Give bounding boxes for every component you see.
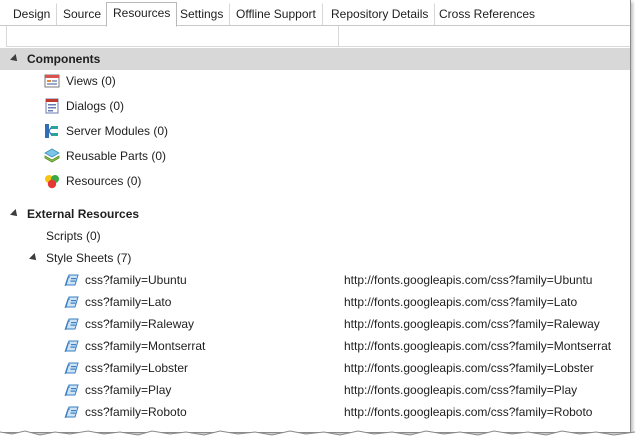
tree-item-server-modules[interactable]: Server Modules (0)	[0, 120, 630, 142]
expand-arrow-icon[interactable]	[10, 54, 20, 64]
stylesheet-icon	[64, 296, 79, 309]
expand-arrow-icon[interactable]	[10, 209, 20, 219]
tree-item-label: Style Sheets (7)	[46, 251, 132, 265]
stylesheet-row[interactable]: css?family=Montserrat http://fonts.googl…	[0, 335, 630, 357]
stylesheet-icon	[64, 384, 79, 397]
tab-resources[interactable]: Resources	[106, 2, 178, 27]
tree-item-label: Reusable Parts (0)	[66, 149, 167, 163]
resources-icon	[45, 175, 59, 189]
stylesheet-name: css?family=Lobster	[85, 361, 189, 375]
stylesheet-url: http://fonts.googleapis.com/css?family=U…	[344, 273, 593, 287]
tree-item-views[interactable]: Views (0)	[0, 70, 630, 92]
group-label: Components	[27, 52, 101, 66]
tree-item-scripts[interactable]: Scripts (0)	[0, 225, 630, 247]
stylesheet-icon	[64, 274, 79, 287]
tab-offline-support[interactable]: Offline Support	[229, 3, 323, 25]
tree-item-style-sheets[interactable]: Style Sheets (7)	[0, 247, 630, 269]
server-modules-icon	[45, 124, 58, 138]
stylesheet-url: http://fonts.googleapis.com/css?family=M…	[344, 339, 612, 353]
tree-item-label: Scripts (0)	[46, 229, 101, 243]
stylesheet-row[interactable]: css?family=Ubuntu http://fonts.googleapi…	[0, 269, 630, 291]
stylesheet-url: http://fonts.googleapis.com/css?family=L…	[344, 295, 578, 309]
stylesheet-name: css?family=Ubuntu	[85, 273, 187, 287]
expand-arrow-icon[interactable]	[29, 253, 39, 263]
views-icon	[44, 74, 60, 88]
stylesheet-icon	[64, 340, 79, 353]
tab-repository-details[interactable]: Repository Details	[324, 3, 436, 25]
stylesheet-url: http://fonts.googleapis.com/css?family=L…	[344, 361, 594, 375]
torn-edge-decoration	[0, 430, 635, 440]
dialogs-icon	[45, 98, 59, 114]
stylesheet-row[interactable]: css?family=Lato http://fonts.googleapis.…	[0, 291, 630, 313]
stylesheet-row[interactable]: css?family=Lobster http://fonts.googleap…	[0, 357, 630, 379]
stylesheet-name: css?family=Roboto	[85, 405, 187, 419]
tree-item-resources[interactable]: Resources (0)	[0, 170, 630, 192]
stylesheet-name: css?family=Play	[85, 383, 172, 397]
tree-item-dialogs[interactable]: Dialogs (0)	[0, 95, 630, 117]
stylesheet-icon	[64, 406, 79, 419]
resources-panel: Design Source Resources Settings Offline…	[0, 0, 631, 433]
tab-settings[interactable]: Settings	[173, 3, 231, 25]
stylesheet-icon	[64, 362, 79, 375]
tree-group-components[interactable]: Components	[0, 48, 630, 70]
tab-cross-references[interactable]: Cross References	[432, 3, 542, 25]
tree-item-label: Server Modules (0)	[66, 124, 169, 138]
stylesheet-url: http://fonts.googleapis.com/css?family=P…	[344, 383, 578, 397]
tree-group-external-resources[interactable]: External Resources	[0, 203, 630, 225]
stylesheet-row[interactable]: css?family=Roboto http://fonts.googleapi…	[0, 401, 630, 423]
stylesheet-url: http://fonts.googleapis.com/css?family=R…	[344, 317, 600, 331]
stylesheet-url: http://fonts.googleapis.com/css?family=R…	[344, 405, 593, 419]
group-label: External Resources	[27, 207, 140, 221]
column-header-name[interactable]	[7, 26, 339, 46]
stylesheet-icon	[64, 318, 79, 331]
tree-item-reusable-parts[interactable]: Reusable Parts (0)	[0, 145, 630, 167]
tab-strip: Design Source Resources Settings Offline…	[0, 0, 630, 27]
tree-item-label: Views (0)	[66, 74, 116, 88]
column-header-value[interactable]	[338, 26, 630, 46]
stylesheet-row[interactable]: css?family=Raleway http://fonts.googleap…	[0, 313, 630, 335]
tree-item-label: Dialogs (0)	[66, 99, 125, 113]
column-header-row	[6, 26, 630, 47]
tree-item-label: Resources (0)	[66, 174, 142, 188]
reusable-parts-icon	[44, 148, 60, 163]
stylesheet-name: css?family=Raleway	[85, 317, 195, 331]
stylesheet-name: css?family=Lato	[85, 295, 172, 309]
stylesheet-name: css?family=Montserrat	[85, 339, 206, 353]
stylesheet-row[interactable]: css?family=Play http://fonts.googleapis.…	[0, 379, 630, 401]
tab-source[interactable]: Source	[56, 3, 109, 25]
tab-design[interactable]: Design	[6, 3, 58, 25]
